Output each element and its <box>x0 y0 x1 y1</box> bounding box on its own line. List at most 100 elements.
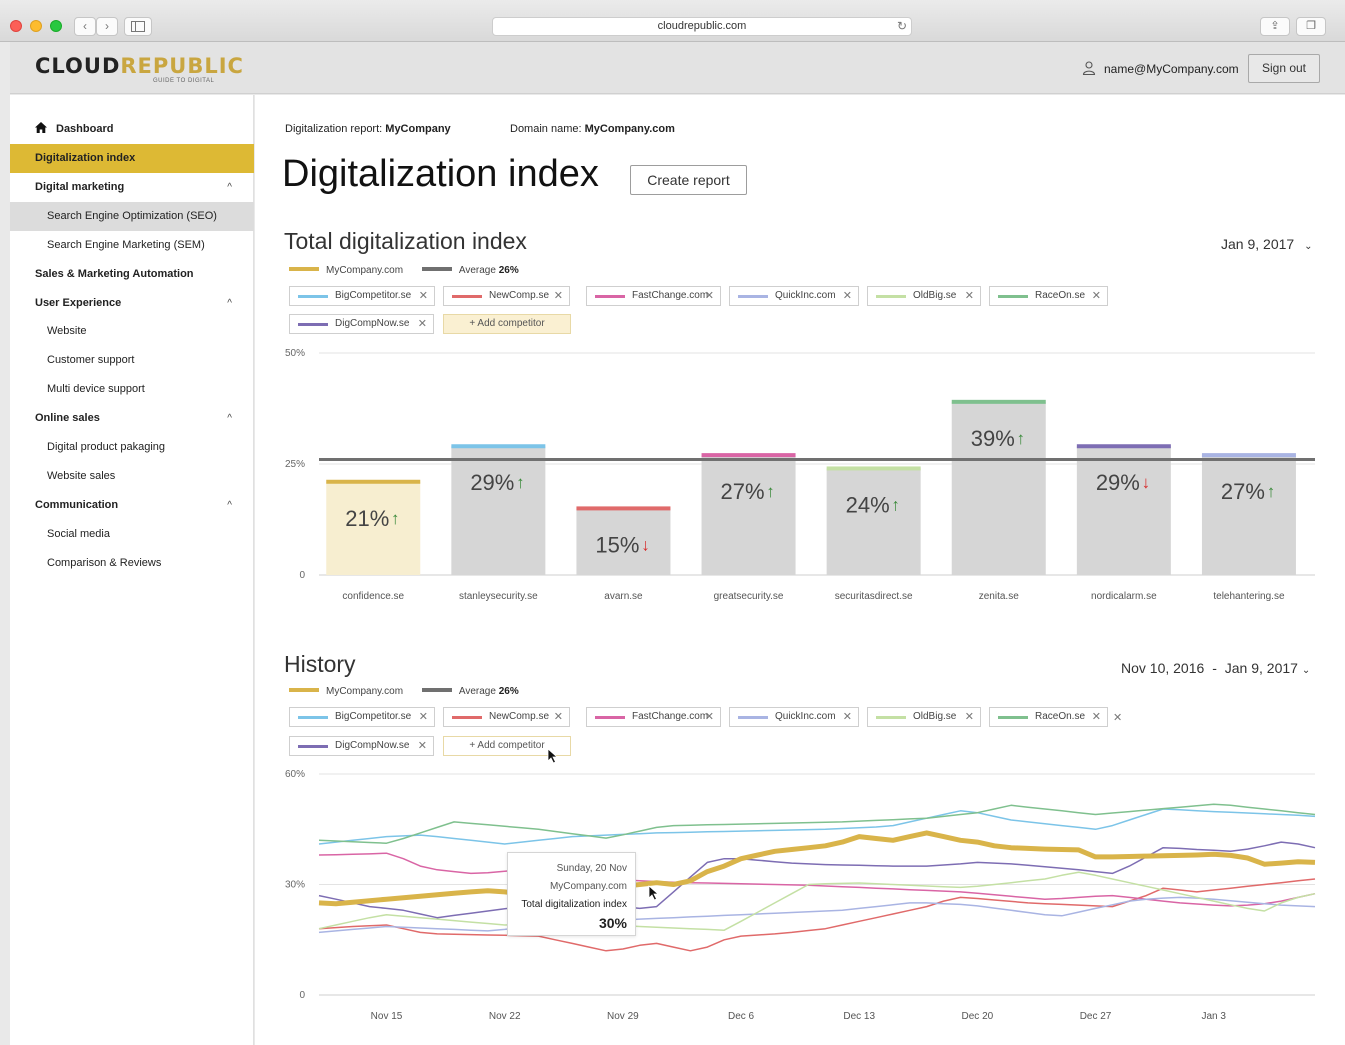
competitor-swatch <box>998 716 1028 719</box>
sidebar-item[interactable]: Website <box>10 317 254 346</box>
add-competitor-button[interactable]: + Add competitor <box>443 314 571 334</box>
competitor-chip[interactable]: OldBig.se ✕ <box>867 286 981 306</box>
competitor-chip[interactable]: FastChange.com ✕ <box>586 286 721 306</box>
competitor-chip[interactable]: FastChange.com ✕ <box>586 707 721 727</box>
x-tick-label: stanleysecurity.se <box>459 591 538 602</box>
competitor-chip[interactable]: RaceOn.se ✕ <box>989 286 1108 306</box>
legend-average-swatch <box>421 267 452 271</box>
remove-competitor-icon[interactable]: ✕ <box>1092 287 1101 305</box>
competitor-swatch <box>876 716 906 719</box>
bar-top-marker <box>1201 453 1296 458</box>
remove-competitor-icon[interactable]: ✕ <box>554 708 563 726</box>
remove-competitor-icon[interactable]: ✕ <box>965 708 974 726</box>
remove-competitor-icon[interactable]: ✕ <box>418 315 427 333</box>
trend-up-icon: ↑ <box>391 509 400 528</box>
sidebar-item-label: Dashboard <box>56 123 114 135</box>
sign-out-button[interactable]: Sign out <box>1248 54 1320 83</box>
sidebar-item[interactable]: Multi device support <box>10 375 254 404</box>
remove-competitor-icon[interactable]: ✕ <box>843 287 852 305</box>
chevron-up-icon[interactable]: ^ <box>227 491 232 520</box>
sidebar-item[interactable]: Website sales <box>10 462 254 491</box>
sidebar-item[interactable]: Digital marketing ^ <box>10 173 254 202</box>
competitor-swatch <box>452 295 482 298</box>
total-index-title: Total digitalization index <box>284 228 527 254</box>
competitor-chip[interactable]: DigCompNow.se ✕ <box>289 736 434 756</box>
user-account[interactable]: name@MyCompany.com <box>1082 61 1239 76</box>
chevron-up-icon[interactable]: ^ <box>227 173 232 202</box>
reload-icon[interactable]: ↻ <box>897 18 907 35</box>
competitor-name: QuickInc.com <box>775 711 836 722</box>
competitor-chip[interactable]: NewComp.se ✕ <box>443 707 570 727</box>
remove-competitor-icon[interactable]: ✕ <box>843 708 852 726</box>
maximize-window-button[interactable] <box>50 20 62 32</box>
sidebar-item-dashboard[interactable]: Dashboard <box>10 115 254 144</box>
clear-competitors-icon[interactable]: ✕ <box>1113 711 1122 724</box>
legend-average-value: 26% <box>498 686 519 697</box>
competitor-chip[interactable]: OldBig.se ✕ <box>867 707 981 727</box>
remove-competitor-icon[interactable]: ✕ <box>419 708 428 726</box>
close-window-button[interactable] <box>10 20 22 32</box>
remove-competitor-icon[interactable]: ✕ <box>705 708 714 726</box>
sidebar-item[interactable]: Search Engine Optimization (SEO) <box>10 201 254 231</box>
bar-value-label: 29% <box>1096 470 1140 495</box>
sidebar-item-label: Website sales <box>47 469 116 482</box>
sidebar-item[interactable]: Digitalization index <box>10 144 254 173</box>
minimize-window-button[interactable] <box>30 20 42 32</box>
competitor-chip[interactable]: BigCompetitor.se ✕ <box>289 707 435 727</box>
x-tick-label: Nov 15 <box>371 1011 403 1022</box>
sidebar-item[interactable]: Digital product pakaging <box>10 433 254 462</box>
remove-competitor-icon[interactable]: ✕ <box>418 737 427 755</box>
sidebar-item[interactable]: User Experience ^ <box>10 289 254 318</box>
tabs-icon: ❐ <box>1306 20 1316 32</box>
sidebar-item-label: Digitalization index <box>35 152 136 164</box>
competitor-name: RaceOn.se <box>1035 711 1086 722</box>
total-date-selector[interactable]: Jan 9, 2017 ⌄ <box>1221 236 1312 252</box>
chevron-down-icon: ⌄ <box>1304 241 1313 252</box>
competitor-swatch <box>738 295 768 298</box>
back-button[interactable]: ‹ <box>74 17 96 36</box>
competitor-chip[interactable]: DigCompNow.se ✕ <box>289 314 434 334</box>
remove-competitor-icon[interactable]: ✕ <box>1092 708 1101 726</box>
sidebar-item[interactable]: Search Engine Marketing (SEM) <box>10 231 254 260</box>
chevron-up-icon[interactable]: ^ <box>227 289 232 318</box>
sidebar-item[interactable]: Sales & Marketing Automation <box>10 260 254 289</box>
x-tick-label: telehantering.se <box>1213 591 1285 602</box>
chevron-up-icon[interactable]: ^ <box>227 404 232 433</box>
sidebar-item[interactable]: Online sales ^ <box>10 404 254 433</box>
tabs-button[interactable]: ❐ <box>1296 17 1326 36</box>
sidebar-item[interactable]: Comparison & Reviews <box>10 549 254 578</box>
history-date-selector[interactable]: Nov 10, 2016 - Jan 9, 2017 ⌄ <box>1121 660 1310 676</box>
sidebar-item[interactable]: Customer support <box>10 346 254 375</box>
series-line <box>318 803 1316 844</box>
share-button[interactable]: ⇪ <box>1260 17 1290 36</box>
competitor-chip[interactable]: RaceOn.se ✕ <box>989 707 1108 727</box>
sidebar-item-label: Search Engine Marketing (SEM) <box>47 238 205 251</box>
competitor-name: FastChange.com <box>632 711 709 722</box>
address-bar[interactable]: cloudrepublic.com ↻ <box>492 17 912 36</box>
remove-competitor-icon[interactable]: ✕ <box>965 287 974 305</box>
history-title: History <box>284 651 356 677</box>
create-report-button[interactable]: Create report <box>630 165 747 195</box>
competitor-swatch <box>298 716 328 719</box>
sidebar-item[interactable]: Communication ^ <box>10 491 254 520</box>
sidebar-item-label: Digital marketing <box>35 180 125 193</box>
chart-tooltip: Sunday, 20 Nov MyCompany.com Total digit… <box>507 852 636 936</box>
competitor-chip[interactable]: QuickInc.com ✕ <box>729 707 859 727</box>
remove-competitor-icon[interactable]: ✕ <box>705 287 714 305</box>
sidebar-item-label: Multi device support <box>47 383 145 396</box>
chevron-left-icon: ‹ <box>83 19 87 33</box>
forward-button[interactable]: › <box>96 17 118 36</box>
competitor-chip[interactable]: BigCompetitor.se ✕ <box>289 286 435 306</box>
competitor-chip[interactable]: NewComp.se ✕ <box>443 286 570 306</box>
competitor-chip[interactable]: QuickInc.com ✕ <box>729 286 859 306</box>
trend-up-icon: ↑ <box>891 495 900 514</box>
history-legend: MyCompany.com Average 26% <box>289 686 519 697</box>
remove-competitor-icon[interactable]: ✕ <box>554 287 563 305</box>
x-tick-label: avarn.se <box>604 591 643 602</box>
trend-up-icon: ↑ <box>1267 482 1276 501</box>
remove-competitor-icon[interactable]: ✕ <box>419 287 428 305</box>
logo[interactable]: CLOUDREPUBLIC <box>35 54 244 78</box>
sidebar-toggle-button[interactable] <box>124 17 152 36</box>
x-tick-label: greatsecurity.se <box>714 591 784 602</box>
sidebar-item[interactable]: Social media <box>10 520 254 549</box>
